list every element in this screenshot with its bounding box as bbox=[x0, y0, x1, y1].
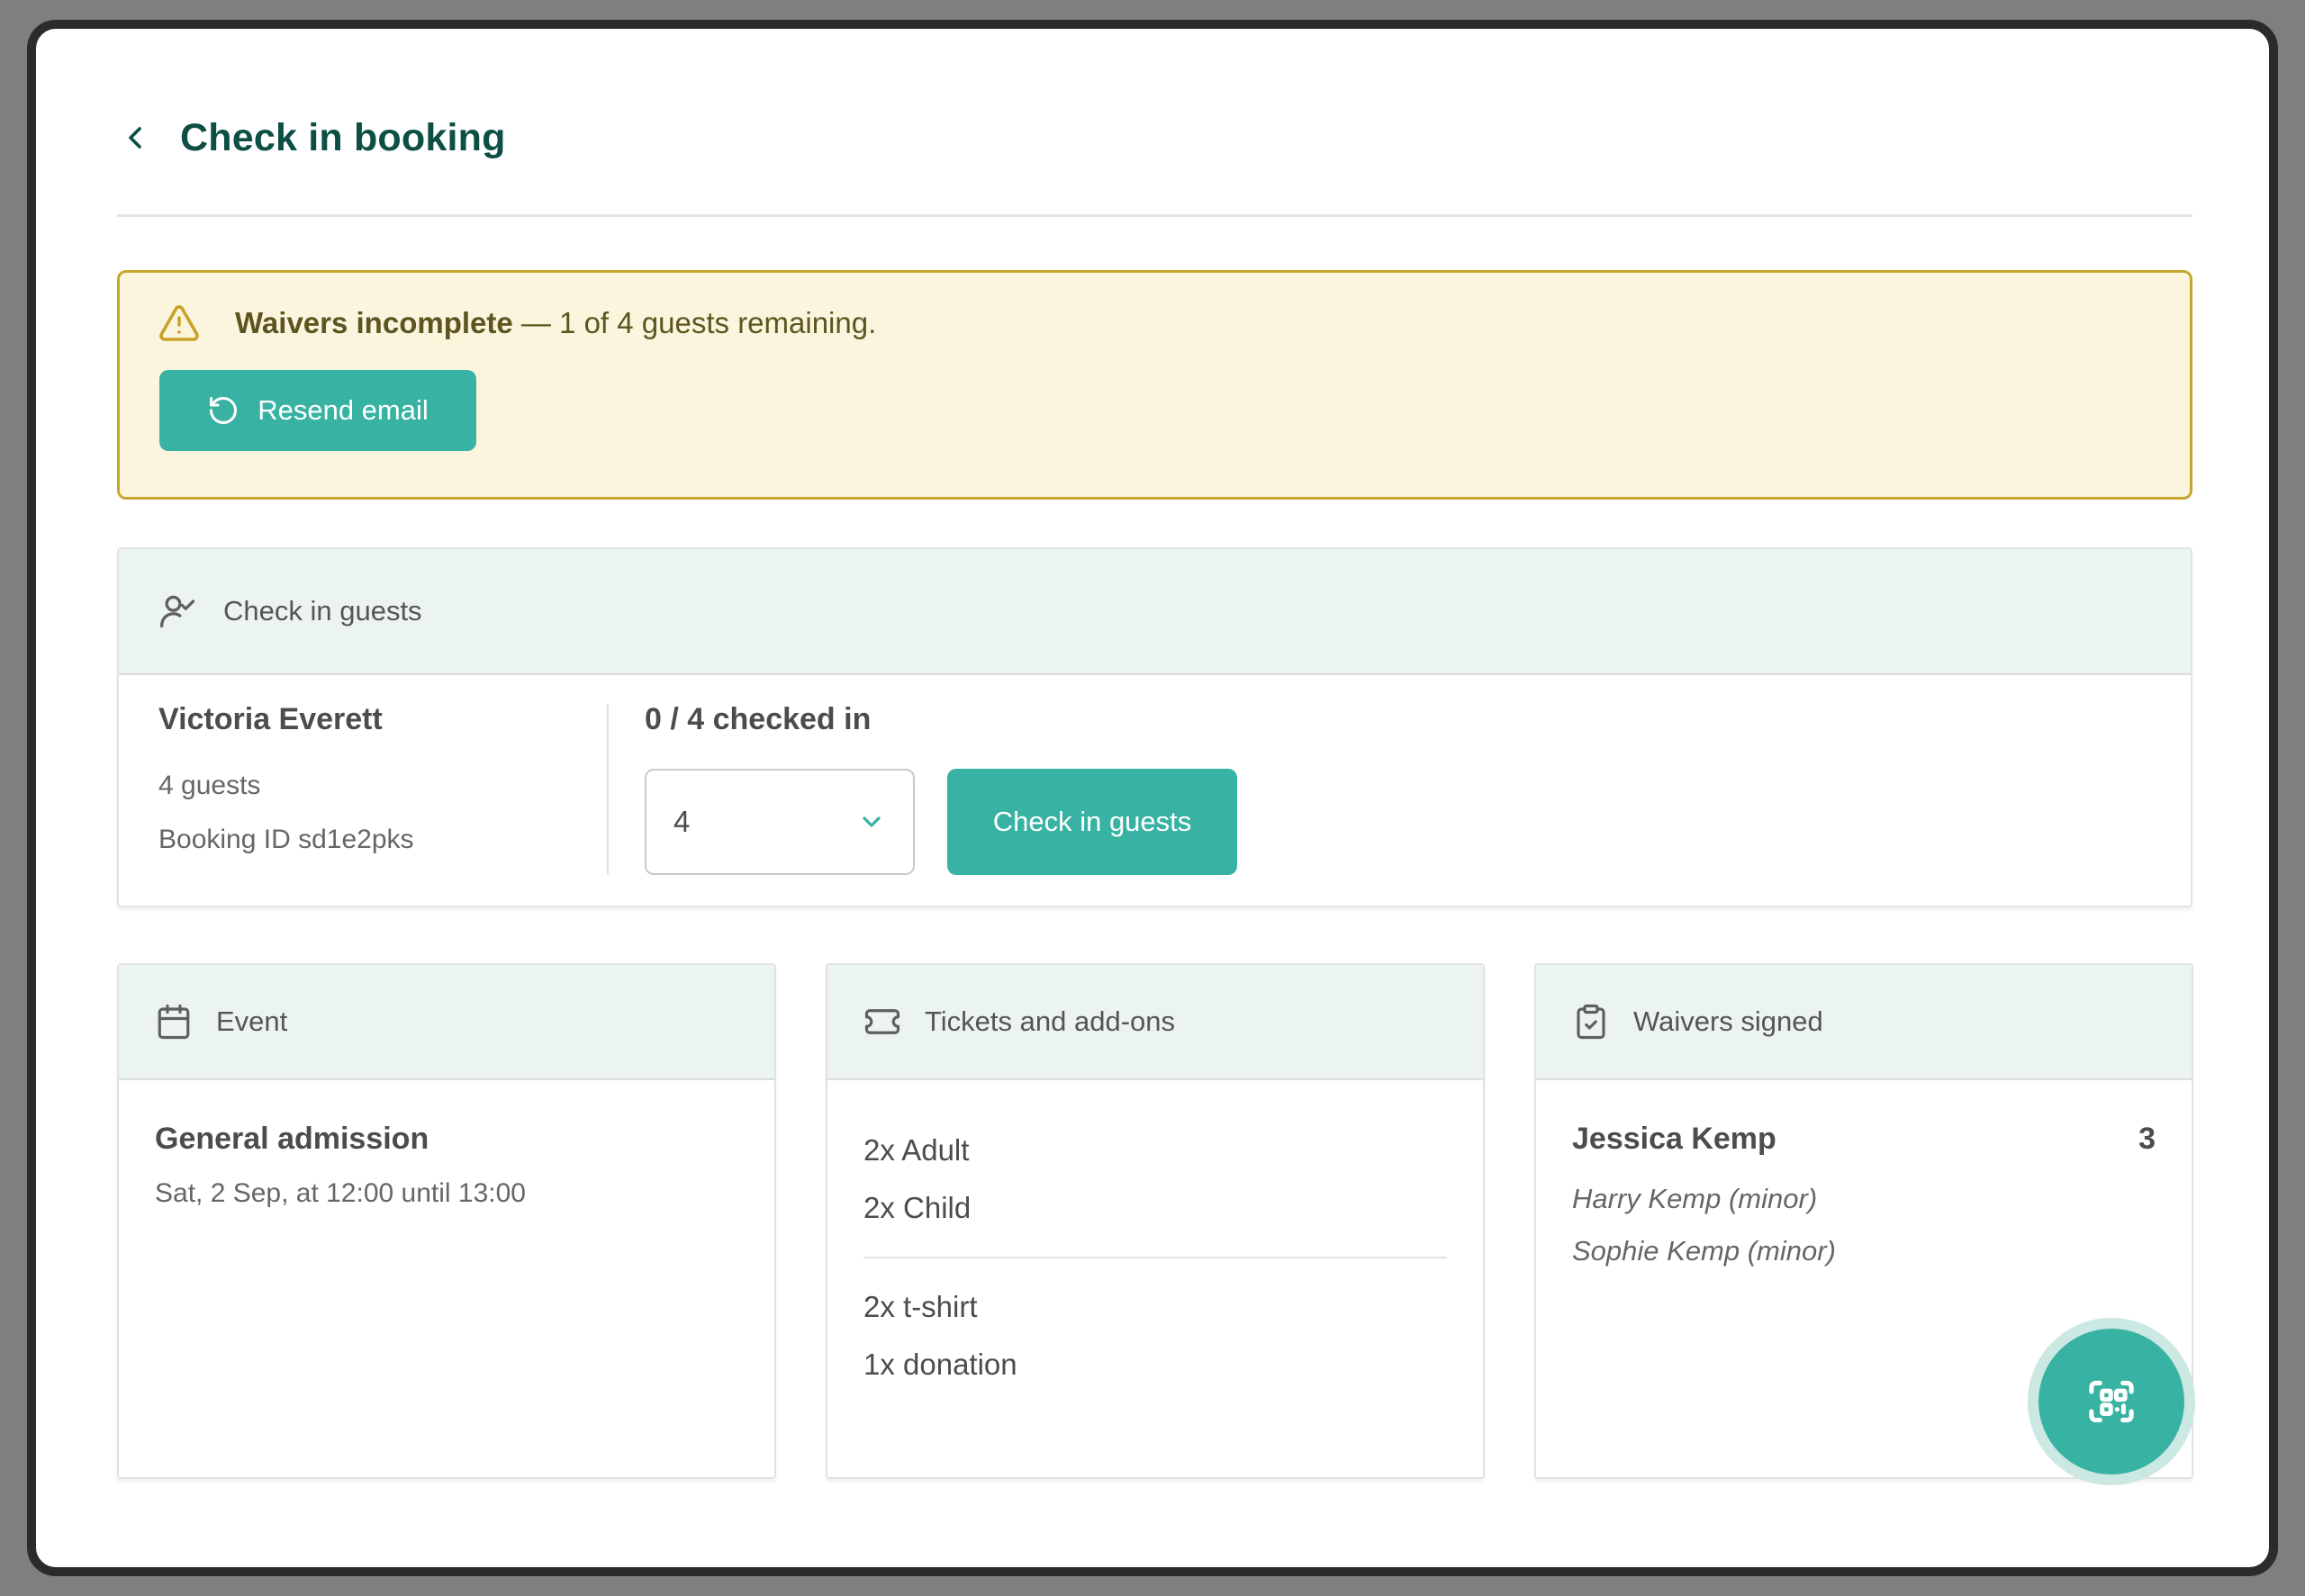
warning-triangle-icon bbox=[158, 302, 201, 345]
resend-email-button[interactable]: Resend email bbox=[159, 370, 476, 451]
event-card: Event General admission Sat, 2 Sep, at 1… bbox=[117, 963, 776, 1479]
guest-name: Victoria Everett bbox=[158, 702, 383, 737]
ticket-line: 2x Adult bbox=[863, 1122, 1447, 1179]
check-in-guests-label: Check in guests bbox=[993, 806, 1192, 838]
waiver-signer-name: Jessica Kemp bbox=[1572, 1122, 1776, 1157]
ticket-line: 2x Child bbox=[863, 1179, 1447, 1237]
resend-email-label: Resend email bbox=[258, 394, 429, 427]
check-in-guests-button[interactable]: Check in guests bbox=[947, 769, 1237, 875]
refresh-icon bbox=[207, 394, 240, 427]
clipboard-check-icon bbox=[1572, 1003, 1610, 1041]
waiver-count-badge: 3 bbox=[2138, 1122, 2156, 1157]
screen-background: Check in booking Waivers incomplete — 1 … bbox=[0, 0, 2305, 1596]
waivers-card-body: Jessica Kemp 3 Harry Kemp (minor) Sophie… bbox=[1536, 1080, 2192, 1319]
header-divider bbox=[117, 214, 2192, 217]
checked-in-progress: 0 / 4 checked in bbox=[645, 702, 871, 737]
event-name: General admission bbox=[155, 1122, 738, 1157]
check-in-section-title: Check in guests bbox=[223, 595, 422, 627]
addons-divider bbox=[863, 1257, 1447, 1258]
check-in-section-header: Check in guests bbox=[119, 549, 2191, 675]
waivers-card-header: Waivers signed bbox=[1536, 965, 2192, 1080]
waivers-card-title: Waivers signed bbox=[1633, 1005, 1823, 1038]
user-check-icon bbox=[158, 591, 198, 631]
booking-id: Booking ID sd1e2pks bbox=[158, 825, 414, 855]
waiver-minor: Harry Kemp (minor) bbox=[1572, 1173, 2156, 1225]
guest-count-select[interactable]: 4 bbox=[645, 769, 915, 875]
addon-line: 1x donation bbox=[863, 1336, 1447, 1393]
back-button[interactable] bbox=[117, 120, 153, 156]
warning-text: Waivers incomplete — 1 of 4 guests remai… bbox=[235, 306, 876, 340]
tickets-card-body: 2x Adult 2x Child 2x t-shirt 1x donation bbox=[827, 1080, 1483, 1435]
check-in-section-body: Victoria Everett 4 guests Booking ID sd1… bbox=[119, 675, 2191, 906]
app-window: Check in booking Waivers incomplete — 1 … bbox=[27, 20, 2278, 1576]
warning-message-row: Waivers incomplete — 1 of 4 guests remai… bbox=[158, 302, 2152, 345]
page-title: Check in booking bbox=[180, 116, 506, 160]
tickets-card-header: Tickets and add-ons bbox=[827, 965, 1483, 1080]
info-cards-row: Event General admission Sat, 2 Sep, at 1… bbox=[117, 963, 2193, 1479]
event-card-body: General admission Sat, 2 Sep, at 12:00 u… bbox=[119, 1080, 774, 1250]
waiver-minor: Sophie Kemp (minor) bbox=[1572, 1225, 2156, 1277]
qr-button-halo bbox=[2028, 1318, 2195, 1485]
ticket-icon bbox=[863, 1003, 901, 1041]
event-card-header: Event bbox=[119, 965, 774, 1080]
qr-scan-icon bbox=[2077, 1367, 2146, 1436]
addon-line: 2x t-shirt bbox=[863, 1278, 1447, 1336]
guest-count: 4 guests bbox=[158, 771, 260, 801]
guest-count-select-value: 4 bbox=[673, 805, 690, 839]
tickets-card-title: Tickets and add-ons bbox=[925, 1005, 1175, 1038]
tickets-card: Tickets and add-ons 2x Adult 2x Child 2x… bbox=[826, 963, 1485, 1479]
calendar-icon bbox=[155, 1003, 193, 1041]
page-header: Check in booking bbox=[117, 110, 506, 166]
scan-qr-button[interactable] bbox=[2038, 1329, 2184, 1474]
waivers-warning-banner: Waivers incomplete — 1 of 4 guests remai… bbox=[117, 270, 2192, 500]
check-in-section: Check in guests Victoria Everett 4 guest… bbox=[117, 547, 2192, 907]
chevron-left-icon bbox=[117, 120, 153, 156]
waiver-minors-list: Harry Kemp (minor) Sophie Kemp (minor) bbox=[1572, 1173, 2156, 1277]
chevron-down-icon bbox=[857, 807, 886, 836]
event-time: Sat, 2 Sep, at 12:00 until 13:00 bbox=[155, 1178, 738, 1209]
warning-title: Waivers incomplete bbox=[235, 306, 513, 339]
waiver-signer-row: Jessica Kemp 3 bbox=[1572, 1122, 2156, 1157]
vertical-divider bbox=[607, 704, 609, 875]
warning-detail: — 1 of 4 guests remaining. bbox=[521, 306, 876, 339]
event-card-title: Event bbox=[216, 1005, 287, 1038]
